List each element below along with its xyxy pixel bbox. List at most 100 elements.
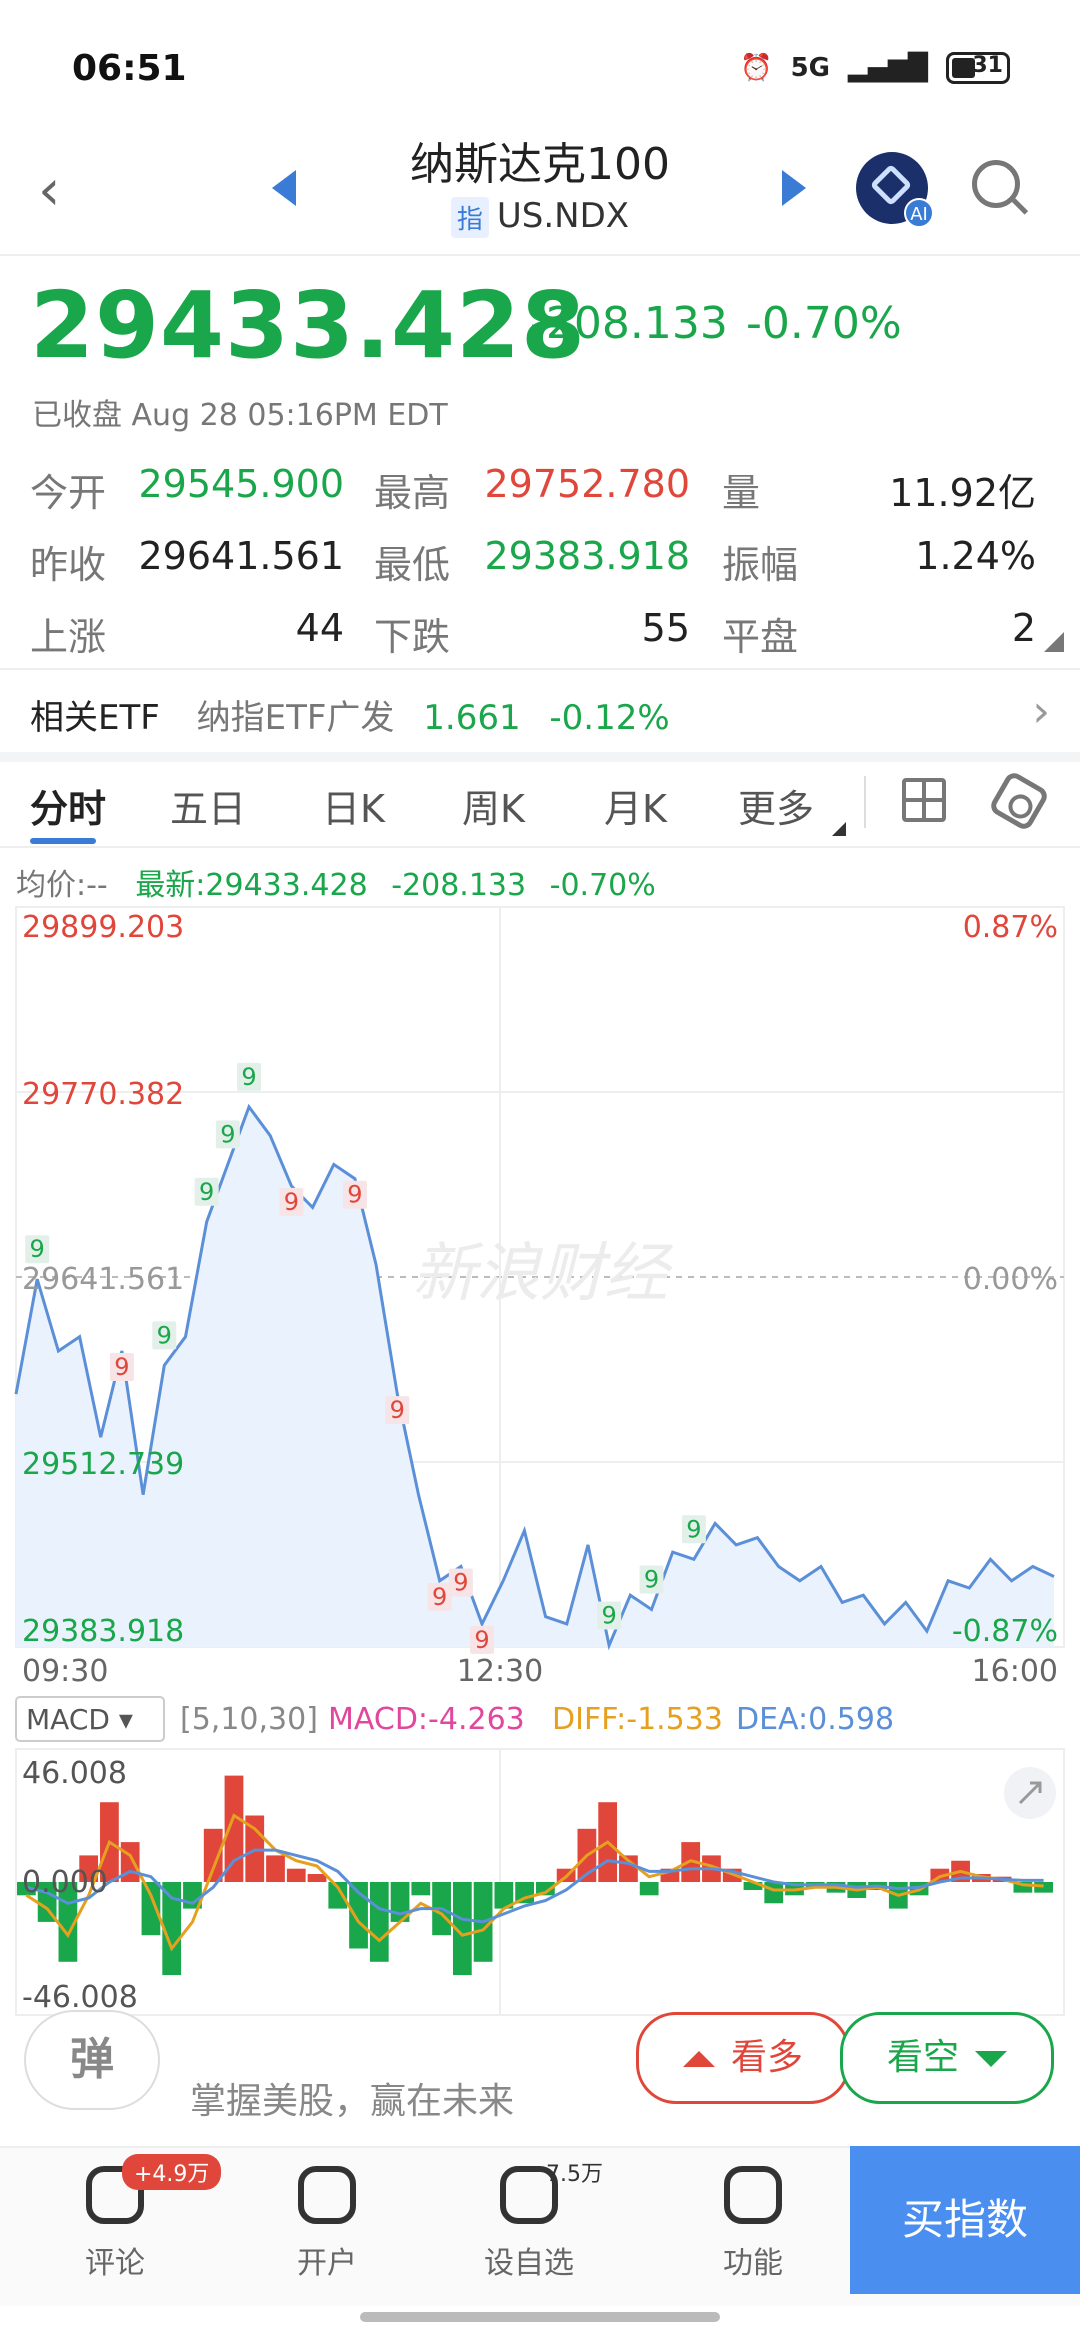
nav-comments[interactable]: +4.9万 评论 (40, 2154, 222, 2282)
nav-open-account-label: 开户 (297, 2246, 357, 2281)
tab-more[interactable]: 更多 (738, 778, 814, 833)
nav-add-watchlist-label: 设自选 (484, 2246, 574, 2281)
signal-tag: 9 (602, 1601, 617, 1629)
nav-add-watchlist[interactable]: 7.5万 设自选 (454, 2162, 604, 2282)
unchanged-label: 平盘 (722, 615, 799, 659)
y-axis-label: 29770.382 (22, 1077, 184, 1112)
signal-tag: 9 (390, 1396, 405, 1424)
search-icon[interactable] (972, 160, 1020, 208)
nav-functions[interactable]: 功能 (678, 2166, 828, 2282)
bearish-label: 看空 (886, 2037, 959, 2078)
nav-functions-label: 功能 (723, 2246, 783, 2281)
signal-icon: ▂▄▆█ (848, 53, 928, 83)
prev-close-label: 昨收 (30, 543, 107, 587)
etf-label: 相关ETF (30, 698, 160, 738)
chart-settings-icon[interactable] (987, 769, 1051, 833)
etf-name: 纳指ETF广发 (196, 698, 395, 738)
macd-bar (286, 1868, 306, 1882)
layout-grid-icon[interactable] (902, 778, 946, 822)
open-label: 今开 (30, 471, 107, 515)
divider (0, 668, 1080, 670)
open-value: 29545.900 (138, 462, 345, 506)
signal-tag: 9 (284, 1188, 299, 1216)
expand-stats-icon[interactable] (1044, 632, 1064, 652)
signal-tag: 9 (157, 1321, 172, 1349)
macd-bar (764, 1882, 784, 1904)
price-change: -208.133 (530, 298, 728, 349)
macd-bar (369, 1882, 389, 1962)
advancers-label: 上涨 (30, 615, 107, 659)
intraday-chart[interactable]: 新浪财经9999999 9999999929899.20329770.382296… (0, 895, 1080, 2035)
y-axis-pct-label: 0.00% (963, 1262, 1058, 1297)
y-axis-label: 29383.918 (22, 1614, 184, 1649)
buy-index-button[interactable]: 买指数 (850, 2146, 1080, 2294)
comment-count-badge: +4.9万 (122, 2154, 222, 2190)
y-axis-label: 29512.739 (22, 1447, 184, 1482)
comment-icon: +4.9万 (86, 2154, 222, 2224)
volume-label: 量 (722, 471, 761, 515)
ticker-code: US.NDX (496, 196, 630, 236)
macd-value: MACD:-4.263 (328, 1702, 525, 1737)
nav-open-account[interactable]: 开户 (252, 2166, 402, 2282)
header-divider (0, 254, 1080, 256)
next-stock-icon[interactable] (782, 170, 806, 206)
bearish-button[interactable]: 看空 (840, 2012, 1054, 2104)
signal-tag: 9 (347, 1181, 362, 1209)
tab-divider (0, 846, 1080, 848)
market-status: 已收盘 Aug 28 05:16PM EDT (32, 398, 448, 433)
tab-intraday[interactable]: 分时 (30, 778, 106, 833)
tab-weekly-k[interactable]: 周K (462, 778, 525, 833)
decliners-label: 下跌 (374, 615, 451, 659)
status-time: 06:51 (72, 48, 187, 89)
etf-pct: -0.12% (549, 698, 670, 738)
arrow-down-icon (975, 2051, 1007, 2067)
macd-bar (266, 1855, 285, 1882)
macd-selector-label: MACD ▾ (26, 1703, 133, 1736)
tab-5day[interactable]: 五日 (170, 778, 246, 833)
chart-plus-icon (298, 2166, 356, 2224)
signal-tag: 9 (199, 1178, 214, 1206)
last-price: 29433.428 (30, 272, 587, 379)
x-axis-label: 16:00 (972, 1654, 1058, 1689)
nav-comments-label: 评论 (85, 2246, 145, 2281)
x-axis-label: 12:30 (457, 1654, 543, 1689)
macd-bar (411, 1882, 431, 1896)
decliners-value: 55 (641, 606, 690, 650)
arrow-up-icon (682, 2051, 715, 2067)
tab-monthly-k[interactable]: 月K (604, 778, 667, 833)
promo-slogan: 掌握美股，赢在未来 (190, 2081, 515, 2122)
low-label: 最低 (374, 543, 451, 587)
more-dropdown-icon (832, 822, 846, 836)
signal-tag: 9 (241, 1063, 256, 1091)
signal-tag: 9 (432, 1583, 447, 1611)
dea-value: DEA:0.598 (736, 1702, 894, 1737)
watchlist-icon: 7.5万 (500, 2162, 603, 2224)
high-label: 最高 (374, 471, 451, 515)
y-axis-pct-label: 0.87% (963, 910, 1058, 945)
prev-close-value: 29641.561 (138, 534, 345, 578)
index-badge: 指 (450, 197, 489, 238)
tab-separator (864, 776, 866, 828)
volume-value: 11.92亿 (889, 471, 1036, 515)
danmu-toggle-button[interactable]: 弹 (24, 2010, 160, 2110)
ai-assistant-icon[interactable]: AI (856, 152, 934, 228)
macd-y-label: 46.008 (22, 1756, 127, 1791)
high-value: 29752.780 (484, 462, 691, 506)
chevron-right-icon[interactable]: › (1032, 686, 1050, 737)
macd-bar (307, 1874, 327, 1882)
macd-bar (1034, 1882, 1053, 1893)
low-value: 29383.918 (484, 534, 691, 578)
bullish-button[interactable]: 看多 (636, 2012, 850, 2104)
battery-level: 31 (972, 53, 1003, 78)
signal-tag: 9 (474, 1626, 489, 1654)
home-indicator[interactable] (360, 2312, 720, 2322)
signal-tag: 9 (644, 1566, 659, 1594)
signal-tag: 9 (686, 1515, 701, 1543)
tab-daily-k[interactable]: 日K (322, 778, 385, 833)
etf-price: 1.661 (423, 698, 521, 738)
price-area (16, 1106, 1054, 1647)
watermark: 新浪财经 (412, 1237, 674, 1311)
unchanged-value: 2 (1011, 606, 1036, 650)
related-etf-row[interactable]: 相关ETF 纳指ETF广发 1.661 -0.12% (30, 690, 670, 739)
y-axis-pct-label: -0.87% (952, 1614, 1058, 1649)
